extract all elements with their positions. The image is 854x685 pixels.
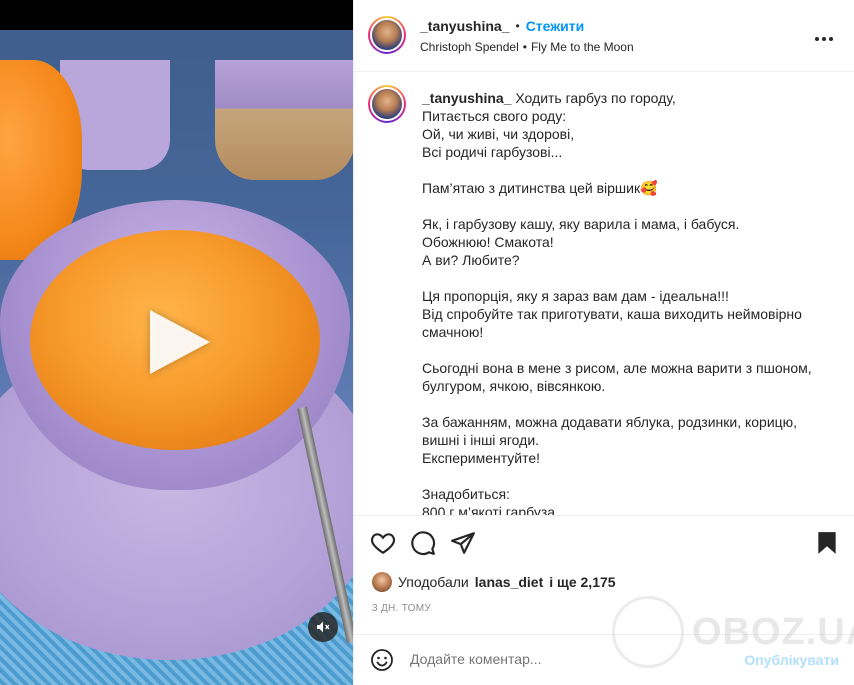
post-media[interactable] <box>0 0 353 685</box>
speaker-muted-icon[interactable] <box>308 612 338 642</box>
comment-bar: Опублікувати <box>354 634 854 685</box>
caption-text: _tanyushina_ Ходить гарбуз по городу, Пи… <box>422 89 832 516</box>
heart-icon[interactable] <box>370 530 396 556</box>
more-options-icon[interactable] <box>814 26 834 47</box>
likes-summary[interactable]: Уподобали lanas_diet і ще 2,175 <box>372 572 616 592</box>
share-icon[interactable] <box>450 530 476 556</box>
comment-input[interactable] <box>410 651 710 667</box>
post-date[interactable]: 3 ДН. ТОМУ <box>372 603 431 614</box>
post-header: _tanyushina_ • Стежити Christoph Spendel… <box>354 0 854 72</box>
comment-icon[interactable] <box>410 530 436 556</box>
emoji-icon[interactable] <box>370 648 394 672</box>
publish-button[interactable]: Опублікувати <box>744 652 839 668</box>
media-top-bar <box>0 0 353 30</box>
post-panel: _tanyushina_ • Стежити Christoph Spendel… <box>353 0 854 685</box>
author-username[interactable]: _tanyushina_ <box>420 18 509 34</box>
caption-area[interactable]: _tanyushina_ Ходить гарбуз по городу, Пи… <box>354 73 854 516</box>
liker-username[interactable]: lanas_diet <box>475 574 543 590</box>
audio-info[interactable]: Christoph Spendel • Fly Me to the Moon <box>420 40 634 54</box>
separator-dot: • <box>515 19 520 33</box>
audio-artist[interactable]: Christoph Spendel <box>420 40 519 54</box>
caption-username[interactable]: _tanyushina_ <box>422 90 511 106</box>
audio-track[interactable]: Fly Me to the Moon <box>531 40 634 54</box>
caption-author-avatar[interactable] <box>368 85 406 123</box>
bookmark-icon[interactable] <box>814 530 840 556</box>
caption-body: Ходить гарбуз по городу, Питається свого… <box>422 90 812 516</box>
cup-right <box>215 60 353 180</box>
author-avatar[interactable] <box>368 16 406 54</box>
likes-count[interactable]: і ще 2,175 <box>549 574 615 590</box>
follow-button[interactable]: Стежити <box>526 18 585 34</box>
likes-prefix: Уподобали <box>398 574 469 590</box>
play-icon[interactable] <box>150 310 210 374</box>
action-bar <box>354 516 854 568</box>
liker-avatar[interactable] <box>372 572 392 592</box>
audio-dot: • <box>522 40 527 54</box>
